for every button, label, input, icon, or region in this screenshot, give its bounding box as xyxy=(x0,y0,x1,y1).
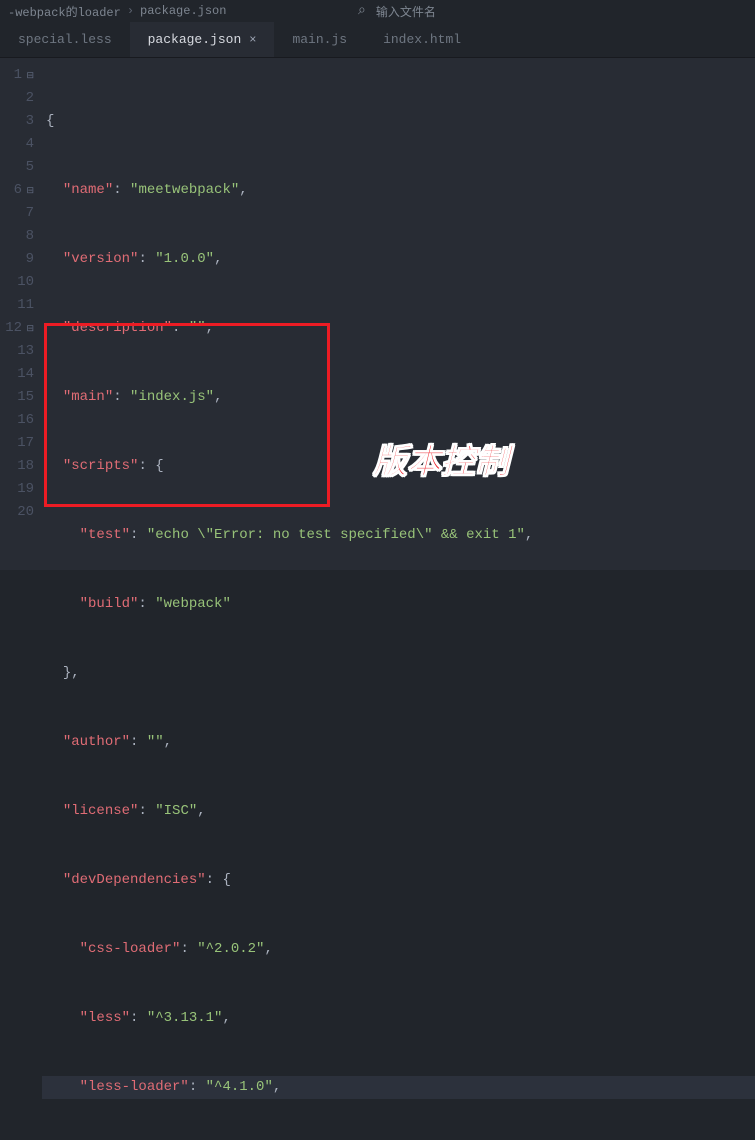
search-icon[interactable]: ⌕ xyxy=(358,3,366,19)
breadcrumb-part[interactable]: -webpack的loader xyxy=(8,3,121,20)
code-line[interactable]: "author": "", xyxy=(42,731,755,754)
code-line[interactable]: "css-loader": "^2.0.2", xyxy=(42,938,755,961)
line-number[interactable]: 5 xyxy=(0,156,34,179)
code-line[interactable]: "version": "1.0.0", xyxy=(42,248,755,271)
tab-label: special.less xyxy=(18,32,112,47)
tab-label: index.html xyxy=(383,32,461,47)
line-number[interactable]: 10 xyxy=(0,271,34,294)
tab-label: main.js xyxy=(292,32,347,47)
annotation-text: 版本控制 xyxy=(373,434,509,483)
line-number[interactable]: 13 xyxy=(0,340,34,363)
code-line[interactable]: "main": "index.js", xyxy=(42,386,755,409)
line-number[interactable]: 18 xyxy=(0,455,34,478)
code-line[interactable]: "description": "", xyxy=(42,317,755,340)
line-number[interactable]: 11 xyxy=(0,294,34,317)
line-number[interactable]: 14 xyxy=(0,363,34,386)
code-line[interactable]: "less": "^3.13.1", xyxy=(42,1007,755,1030)
tab-index-html[interactable]: index.html xyxy=(365,22,479,57)
line-number[interactable]: 3 xyxy=(0,110,34,133)
line-number[interactable]: 2 xyxy=(0,87,34,110)
line-number[interactable]: 8 xyxy=(0,225,34,248)
code-line[interactable]: "license": "ISC", xyxy=(42,800,755,823)
line-number[interactable]: 20 xyxy=(0,501,34,524)
code-line[interactable]: }, xyxy=(42,662,755,685)
line-number[interactable]: 17 xyxy=(0,432,34,455)
line-number[interactable]: 16 xyxy=(0,409,34,432)
line-gutter: 1⊟ 2 3 4 5 6⊟ 7 8 9 10 11 12⊟ 13 14 15 1… xyxy=(0,58,42,570)
line-number[interactable]: 6⊟ xyxy=(0,179,34,202)
search-placeholder[interactable]: 输入文件名 xyxy=(376,3,436,20)
line-number[interactable]: 15 xyxy=(0,386,34,409)
tab-label: package.json xyxy=(148,32,242,47)
code-area[interactable]: { "name": "meetwebpack", "version": "1.0… xyxy=(42,58,755,570)
line-number[interactable]: 7 xyxy=(0,202,34,225)
line-number[interactable]: 9 xyxy=(0,248,34,271)
code-line[interactable]: "name": "meetwebpack", xyxy=(42,179,755,202)
tab-main-js[interactable]: main.js xyxy=(274,22,365,57)
fold-icon[interactable]: ⊟ xyxy=(24,318,34,341)
line-number[interactable]: 4 xyxy=(0,133,34,156)
line-number[interactable]: 1⊟ xyxy=(0,64,34,87)
line-number[interactable]: 12⊟ xyxy=(0,317,34,340)
tab-package-json[interactable]: package.json × xyxy=(130,22,275,57)
tab-special-less[interactable]: special.less xyxy=(0,22,130,57)
fold-icon[interactable]: ⊟ xyxy=(24,65,34,88)
fold-icon[interactable]: ⊟ xyxy=(24,180,34,203)
tab-bar: special.less package.json × main.js inde… xyxy=(0,22,755,58)
code-line[interactable]: "less-loader": "^4.1.0", xyxy=(42,1076,755,1099)
line-number[interactable]: 19 xyxy=(0,478,34,501)
code-line[interactable]: "test": "echo \"Error: no test specified… xyxy=(42,524,755,547)
code-line[interactable]: "build": "webpack" xyxy=(42,593,755,616)
breadcrumb-separator: › xyxy=(127,4,134,18)
breadcrumb-part[interactable]: package.json xyxy=(140,4,226,18)
search-area: ⌕ 输入文件名 xyxy=(350,0,444,22)
code-line[interactable]: { xyxy=(42,110,755,133)
editor: 1⊟ 2 3 4 5 6⊟ 7 8 9 10 11 12⊟ 13 14 15 1… xyxy=(0,58,755,570)
code-line[interactable]: "devDependencies": { xyxy=(42,869,755,892)
close-icon[interactable]: × xyxy=(249,33,256,47)
